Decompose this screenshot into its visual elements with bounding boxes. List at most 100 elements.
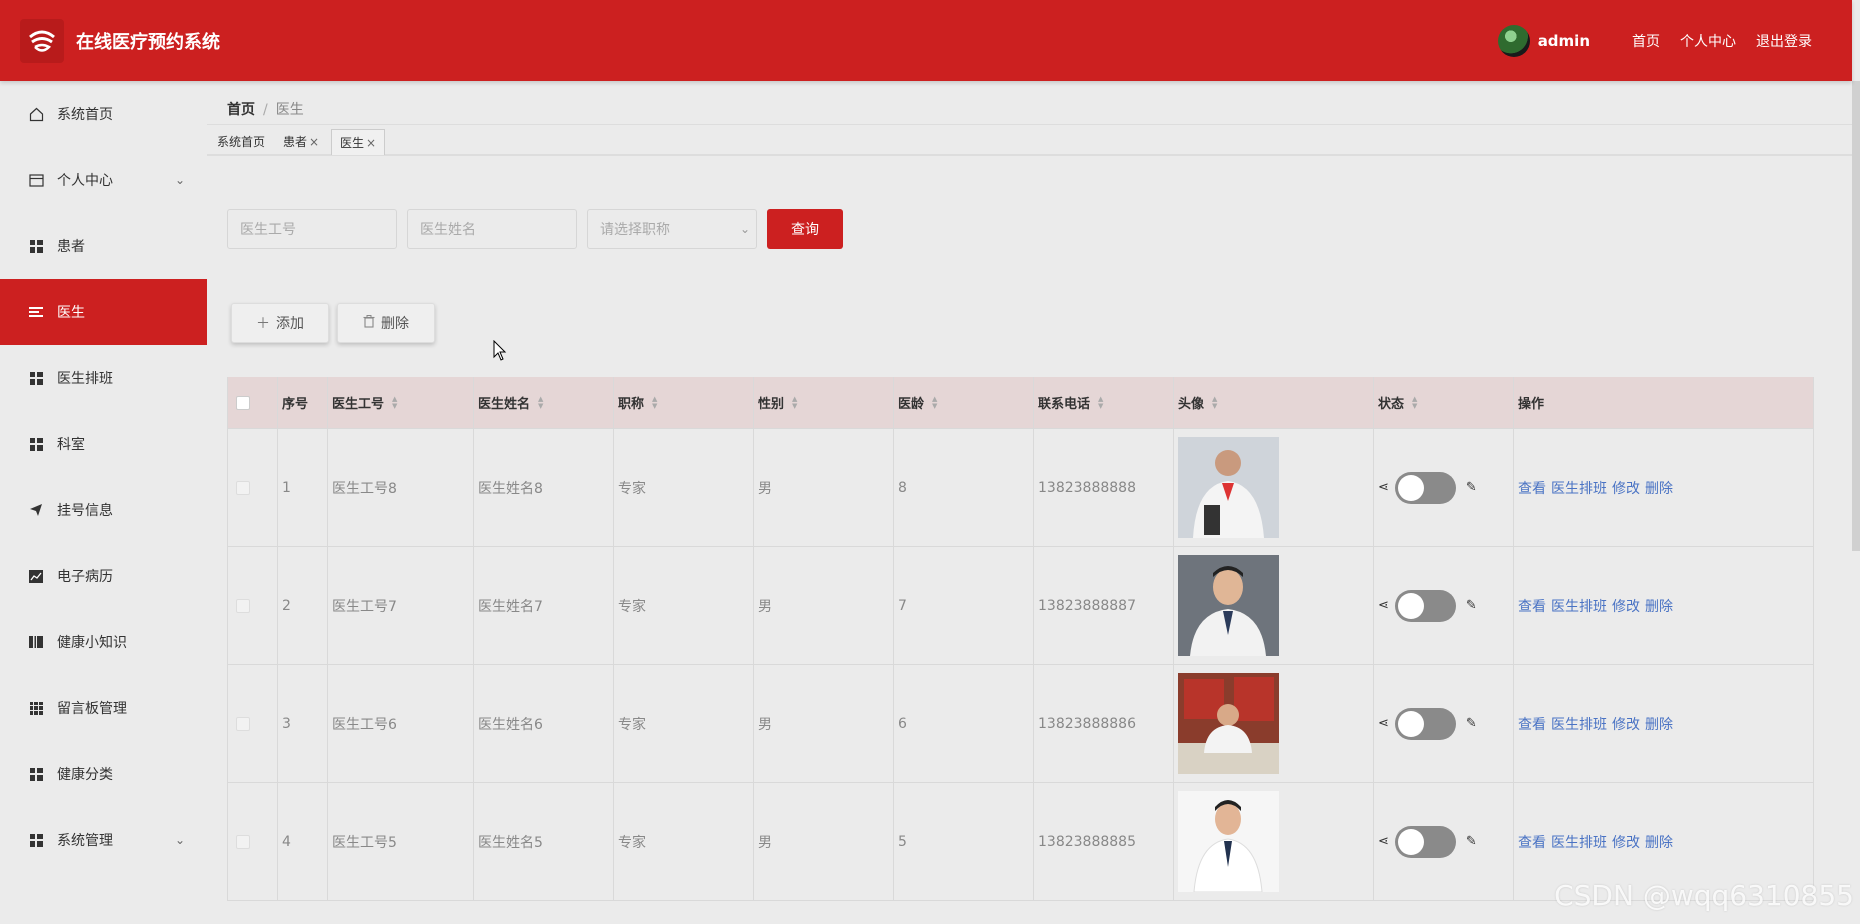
cell-doctor-name: 医生姓名5 — [474, 783, 614, 900]
doctor-photo[interactable] — [1178, 673, 1279, 774]
row-checkbox[interactable] — [236, 834, 250, 849]
sidebar-item-label: 电子病历 — [57, 569, 113, 585]
header-phone[interactable]: 联系电话 ▲ ▼ — [1034, 377, 1174, 428]
doctor-name-input[interactable]: 医生姓名 — [407, 209, 577, 249]
close-icon[interactable]: × — [309, 135, 319, 149]
select-all-checkbox[interactable] — [236, 395, 250, 410]
schedule-link[interactable]: 医生排班 — [1551, 832, 1607, 852]
sidebar-item-patients[interactable]: 患者 — [0, 213, 207, 279]
sidebar-item-departments[interactable]: 科室 — [0, 411, 207, 477]
header-link-logout[interactable]: 退出登录 — [1756, 31, 1812, 51]
edit-pen-icon[interactable]: ✎ — [1466, 598, 1477, 613]
row-checkbox[interactable] — [236, 480, 250, 495]
view-link[interactable]: 查看 — [1518, 596, 1546, 616]
page-scrollbar[interactable] — [1852, 81, 1860, 551]
edit-pen-icon[interactable]: ✎ — [1466, 480, 1477, 495]
add-button[interactable]: ＋ 添加 — [231, 303, 329, 343]
status-toggle[interactable] — [1394, 589, 1456, 622]
header-avatar[interactable]: 头像 ▲ ▼ — [1174, 377, 1374, 428]
share-icon[interactable]: ⋖ — [1378, 716, 1389, 731]
sort-icon[interactable]: ▲ ▼ — [652, 395, 657, 410]
doctor-photo[interactable] — [1178, 555, 1279, 656]
share-icon[interactable]: ⋖ — [1378, 834, 1389, 849]
tab-patients[interactable]: 患者 × — [275, 129, 327, 155]
cell-phone: 13823888885 — [1034, 783, 1174, 900]
sidebar-item-home[interactable]: 系统首页 — [0, 81, 207, 147]
header-years[interactable]: 医龄 ▲ ▼ — [894, 377, 1034, 428]
status-toggle[interactable] — [1394, 707, 1456, 740]
share-icon[interactable]: ⋖ — [1378, 598, 1389, 613]
schedule-link[interactable]: 医生排班 — [1551, 596, 1607, 616]
header-doctor-name[interactable]: 医生姓名 ▲ ▼ — [474, 377, 614, 428]
header-title[interactable]: 职称 ▲ ▼ — [614, 377, 754, 428]
status-toggle[interactable] — [1394, 825, 1456, 858]
delete-button[interactable]: 删除 — [337, 303, 435, 343]
sidebar-item-health-categories[interactable]: 健康分类 — [0, 741, 207, 807]
schedule-link[interactable]: 医生排班 — [1551, 714, 1607, 734]
app-title: 在线医疗预约系统 — [76, 31, 220, 53]
header-status[interactable]: 状态 ▲ ▼ — [1374, 377, 1514, 428]
sort-icon[interactable]: ▲ ▼ — [792, 395, 797, 410]
delete-link[interactable]: 删除 — [1645, 714, 1673, 734]
edit-link[interactable]: 修改 — [1612, 714, 1640, 734]
sort-icon[interactable]: ▲ ▼ — [392, 395, 397, 410]
edit-link[interactable]: 修改 — [1612, 832, 1640, 852]
delete-link[interactable]: 删除 — [1645, 478, 1673, 498]
schedule-link[interactable]: 医生排班 — [1551, 478, 1607, 498]
edit-pen-icon[interactable]: ✎ — [1466, 834, 1477, 849]
table-header-row: 序号 医生工号 ▲ ▼ 医生姓名 ▲ ▼ 职称 ▲ ▼ 性别 ▲ ▼ 医龄 ▲ ▼ 联系电话 ▲ ▼ 头… — [227, 377, 1814, 429]
view-link[interactable]: 查看 — [1518, 478, 1546, 498]
header-doctor-id[interactable]: 医生工号 ▲ ▼ — [328, 377, 474, 428]
close-icon[interactable]: × — [366, 136, 376, 150]
sort-icon[interactable]: ▲ ▼ — [1098, 395, 1103, 410]
header-gender[interactable]: 性别 ▲ ▼ — [754, 377, 894, 428]
sidebar-item-health-tips[interactable]: 健康小知识 — [0, 609, 207, 675]
header-label: 状态 — [1378, 397, 1405, 412]
edit-link[interactable]: 修改 — [1612, 478, 1640, 498]
doctor-photo[interactable] — [1178, 437, 1279, 538]
doctor-photo[interactable] — [1178, 791, 1279, 892]
sidebar-item-doctors[interactable]: 医生 — [0, 279, 207, 345]
status-toggle[interactable] — [1394, 471, 1456, 504]
cell-actions: 查看 医生排班 修改 删除 — [1514, 547, 1814, 664]
chevron-down-icon: ⌄ — [174, 173, 185, 187]
sort-icon[interactable]: ▲ ▼ — [1412, 395, 1417, 410]
edit-link[interactable]: 修改 — [1612, 596, 1640, 616]
share-icon[interactable]: ⋖ — [1378, 480, 1389, 495]
tab-home[interactable]: 系统首页 — [209, 129, 273, 155]
sidebar-item-message-board[interactable]: 留言板管理 — [0, 675, 207, 741]
sidebar-item-label: 个人中心 — [57, 173, 113, 189]
doctor-id-input[interactable]: 医生工号 — [227, 209, 397, 249]
sidebar-item-label: 患者 — [57, 239, 85, 255]
user-avatar[interactable] — [1497, 24, 1530, 57]
row-checkbox[interactable] — [236, 598, 250, 613]
query-button[interactable]: 查询 — [767, 209, 843, 249]
sidebar-item-schedule[interactable]: 医生排班 — [0, 345, 207, 411]
row-checkbox[interactable] — [236, 716, 250, 731]
header-label: 序号 — [282, 397, 309, 412]
sort-icon[interactable]: ▲ ▼ — [538, 395, 543, 410]
header-link-home[interactable]: 首页 — [1632, 31, 1660, 51]
cell-avatar — [1174, 547, 1374, 664]
sidebar-item-system-management[interactable]: 系统管理 ⌄ — [0, 807, 207, 873]
header-label: 医龄 — [898, 397, 925, 412]
delete-link[interactable]: 删除 — [1645, 596, 1673, 616]
grid-icon — [28, 436, 44, 452]
cell-no: 1 — [278, 429, 328, 546]
sidebar-item-registration[interactable]: 挂号信息 — [0, 477, 207, 543]
select-cell — [227, 783, 278, 900]
sort-icon[interactable]: ▲ ▼ — [1212, 395, 1217, 410]
title-select-placeholder: 请选择职称 — [600, 222, 670, 238]
header-link-profile[interactable]: 个人中心 — [1680, 31, 1736, 51]
sidebar-item-label: 系统首页 — [57, 107, 113, 123]
view-link[interactable]: 查看 — [1518, 714, 1546, 734]
sidebar-item-profile[interactable]: 个人中心 ⌄ — [0, 147, 207, 213]
tab-doctors[interactable]: 医生 × — [331, 129, 386, 155]
title-select[interactable]: 请选择职称 ⌄ — [587, 209, 757, 249]
view-link[interactable]: 查看 — [1518, 832, 1546, 852]
delete-link[interactable]: 删除 — [1645, 832, 1673, 852]
sort-icon[interactable]: ▲ ▼ — [932, 395, 937, 410]
sidebar-item-medical-records[interactable]: 电子病历 — [0, 543, 207, 609]
breadcrumb-home[interactable]: 首页 — [227, 102, 255, 118]
edit-pen-icon[interactable]: ✎ — [1466, 716, 1477, 731]
